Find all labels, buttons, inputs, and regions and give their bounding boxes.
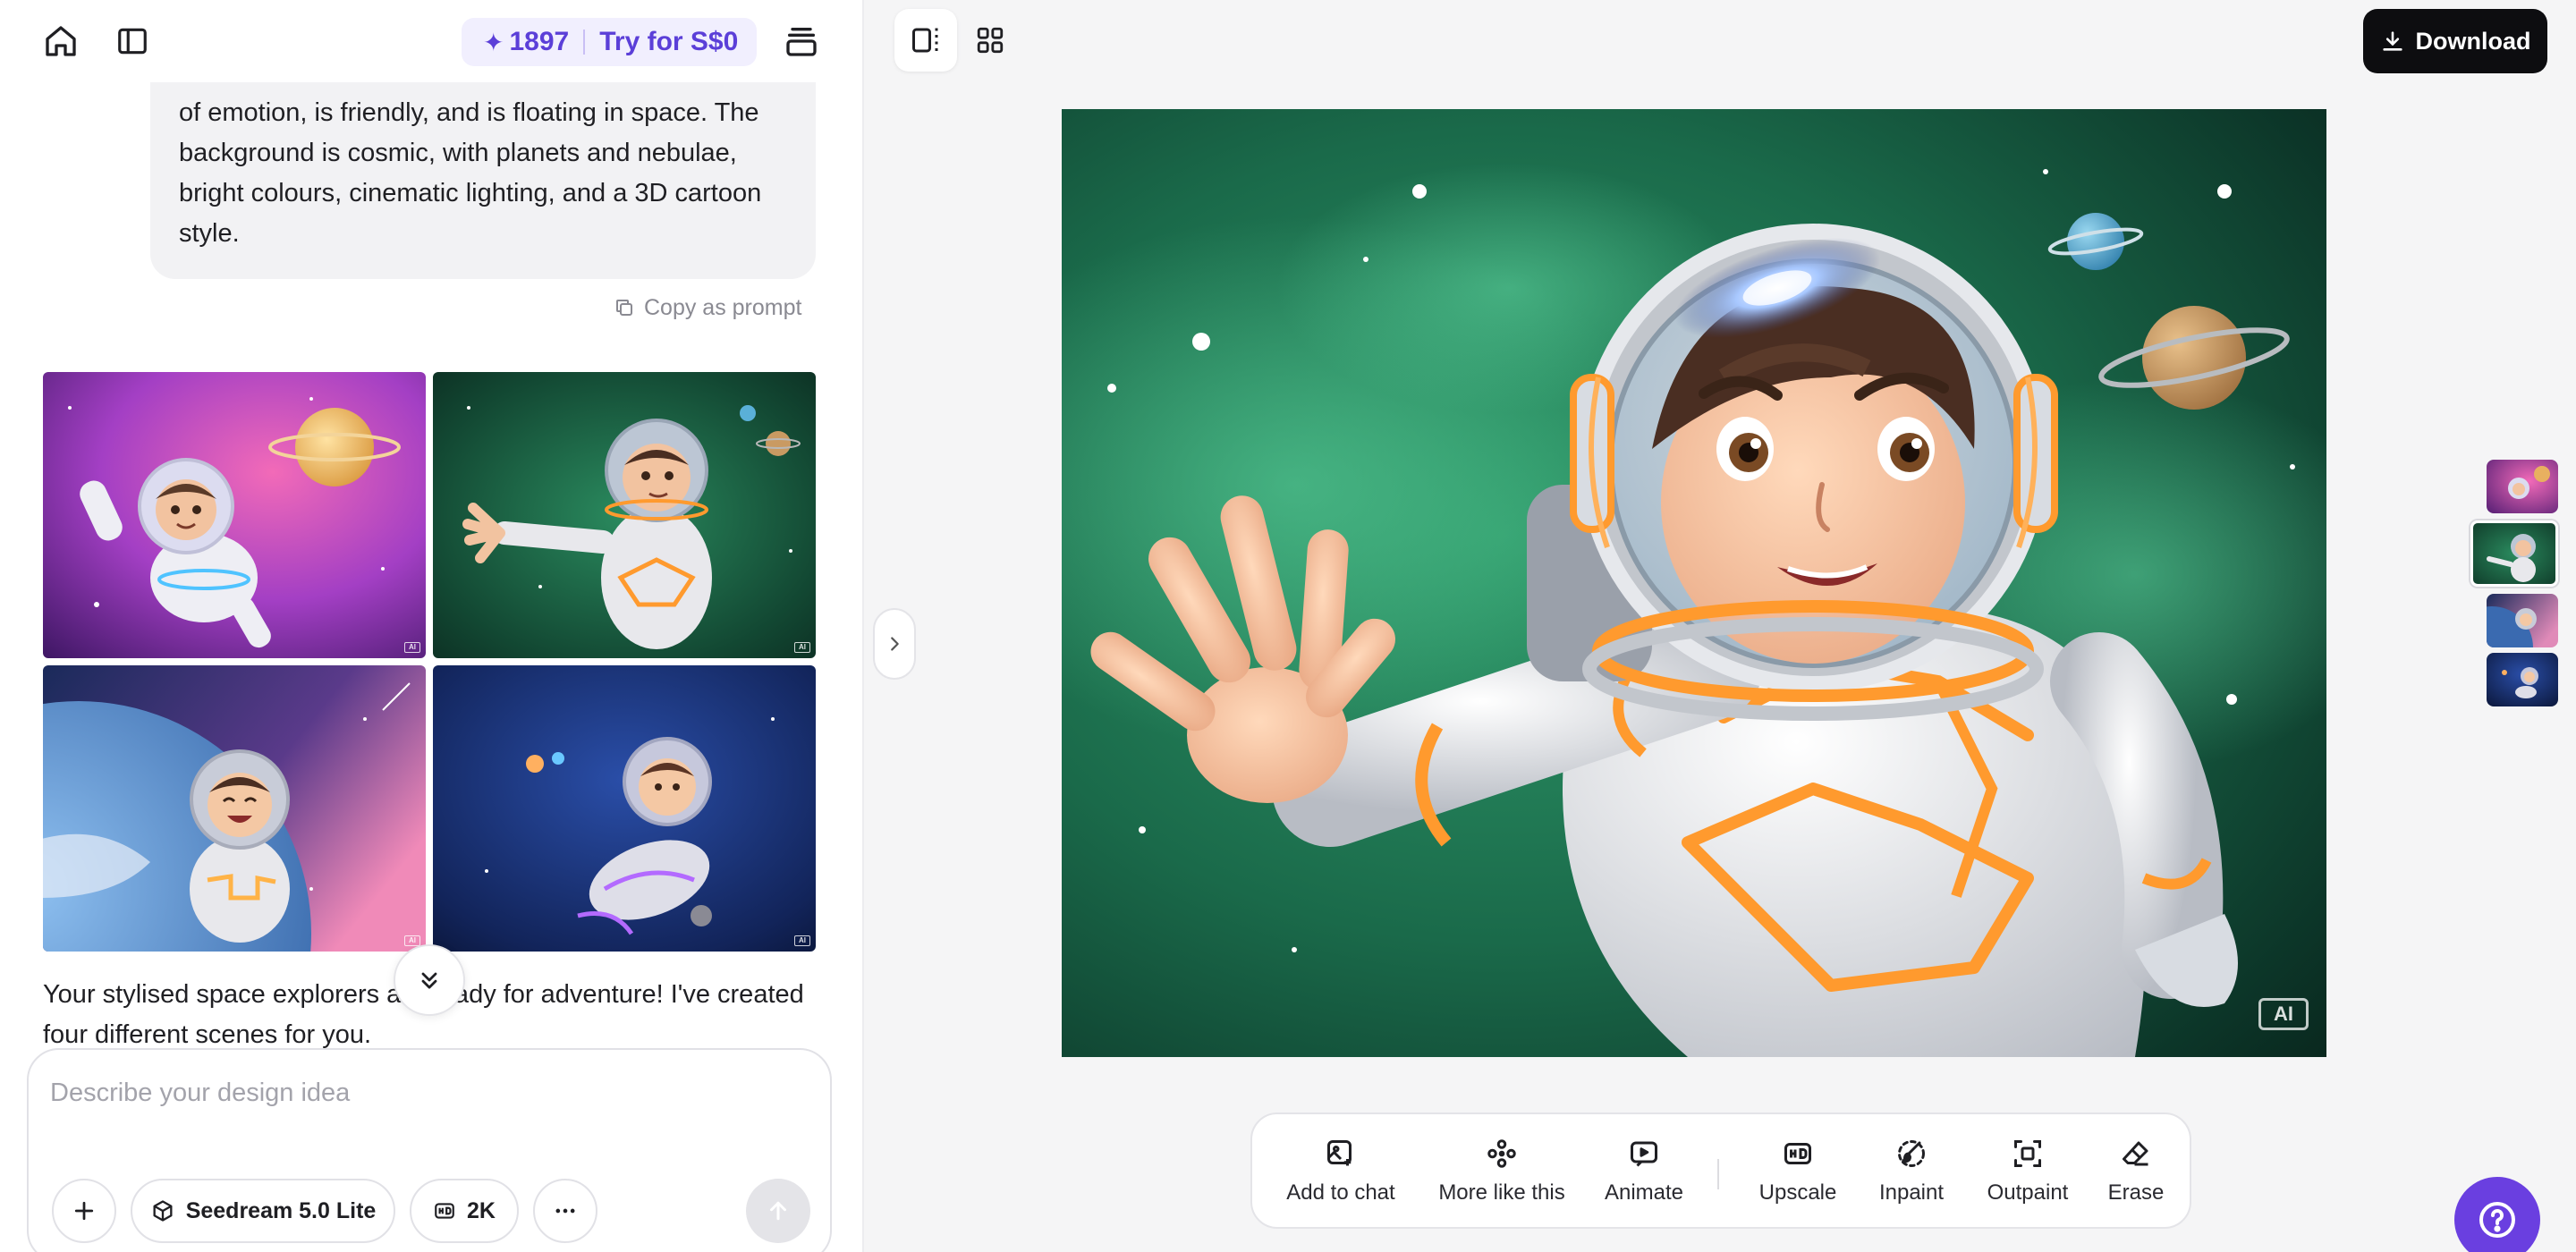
- more-like-this-label: More like this: [1438, 1180, 1565, 1205]
- side-thumbnail-image-4: [2487, 653, 2558, 706]
- hd-icon: [1784, 1143, 1811, 1164]
- download-label: Download: [2415, 27, 2531, 55]
- prompt-composer: Seedream 5.0 Lite 2K: [27, 1048, 832, 1252]
- sidebar-toggle-button[interactable]: [106, 14, 159, 68]
- result-image-4: [433, 665, 816, 952]
- side-thumbnail-image-1: [2487, 460, 2558, 513]
- single-view-toggle[interactable]: [894, 9, 957, 72]
- arrow-up-icon: [770, 1201, 786, 1221]
- result-image-1: [43, 372, 426, 658]
- variations-icon: [1487, 1139, 1516, 1168]
- side-thumbnail-3[interactable]: [2487, 594, 2558, 647]
- plus-icon: [74, 1201, 94, 1221]
- send-button[interactable]: [746, 1179, 810, 1243]
- main-preview-image[interactable]: AI: [1062, 109, 2326, 1057]
- result-thumbnail-3[interactable]: AI: [43, 665, 426, 952]
- image-actions-toolbar: Add to chat More like this Animate Upsca…: [1250, 1112, 2191, 1229]
- copy-as-prompt-button[interactable]: Copy as prompt: [614, 292, 801, 324]
- ai-watermark: AI: [404, 642, 420, 653]
- chevron-right-icon: [891, 637, 899, 651]
- more-options-button[interactable]: [533, 1179, 597, 1243]
- brush-icon: [1898, 1140, 1925, 1167]
- scroll-to-bottom-button[interactable]: [394, 944, 465, 1016]
- side-thumbnail-1[interactable]: [2487, 460, 2558, 513]
- eraser-icon: [2123, 1141, 2148, 1166]
- result-thumbnail-1[interactable]: AI: [43, 372, 426, 658]
- credits-badge[interactable]: ✦ 1897 Try for S$0: [462, 18, 757, 66]
- credits-count: 1897: [509, 27, 570, 56]
- erase-label: Erase: [2107, 1180, 2165, 1205]
- credits-divider: [583, 30, 586, 55]
- animate-button[interactable]: Animate: [1599, 1134, 1689, 1214]
- inpaint-button[interactable]: Inpaint: [1871, 1134, 1952, 1214]
- ai-watermark: AI: [794, 935, 810, 946]
- expand-icon: [2014, 1140, 2041, 1167]
- result-thumbnail-4[interactable]: AI: [433, 665, 816, 952]
- side-thumbnail-image-3: [2487, 594, 2558, 647]
- side-thumbnail-2[interactable]: [2470, 520, 2558, 587]
- side-thumbnail-image-2: [2473, 523, 2555, 584]
- download-icon: [2382, 31, 2402, 51]
- ai-watermark: AI: [794, 642, 810, 653]
- sidebar-toggle-icon: [118, 28, 147, 55]
- upscale-label: Upscale: [1758, 1180, 1837, 1205]
- trial-link[interactable]: Try for S$0: [599, 27, 738, 57]
- home-button[interactable]: [34, 14, 88, 68]
- result-thumbnail-2[interactable]: AI: [433, 372, 816, 658]
- ai-badge: AI: [2258, 998, 2309, 1030]
- add-to-chat-label: Add to chat: [1286, 1180, 1395, 1205]
- inpaint-label: Inpaint: [1878, 1180, 1945, 1205]
- animate-label: Animate: [1604, 1180, 1684, 1205]
- result-image-2: [433, 372, 816, 658]
- stack-icon: [786, 27, 817, 56]
- astronaut-artwork: [1062, 109, 2326, 1057]
- sparkle-icon: ✦: [483, 28, 504, 56]
- copy-icon: [616, 300, 632, 316]
- grid-view-toggle[interactable]: [959, 9, 1021, 72]
- chat-panel: ✦ 1897 Try for S$0 of emotion, is friend…: [0, 0, 864, 1252]
- more-like-this-button[interactable]: More like this: [1435, 1134, 1569, 1214]
- outpaint-label: Outpaint: [1987, 1180, 2069, 1205]
- hd-icon: [435, 1203, 454, 1219]
- user-prompt-bubble: of emotion, is friendly, and is floating…: [150, 77, 816, 279]
- resolution-selector[interactable]: 2K: [410, 1179, 519, 1243]
- history-button[interactable]: [775, 14, 828, 68]
- model-label: Seedream 5.0 Lite: [185, 1197, 377, 1223]
- chat-topbar: ✦ 1897 Try for S$0: [0, 0, 862, 82]
- animate-icon: [1631, 1141, 1657, 1167]
- double-chevron-down-icon: [421, 972, 437, 989]
- design-idea-input[interactable]: [50, 1073, 801, 1112]
- model-selector[interactable]: Seedream 5.0 Lite: [131, 1179, 395, 1243]
- upscale-button[interactable]: Upscale: [1753, 1134, 1843, 1214]
- single-view-icon: [912, 28, 938, 53]
- ai-watermark: AI: [404, 935, 420, 946]
- copy-as-prompt-label: Copy as prompt: [644, 294, 802, 320]
- cube-icon: [153, 1200, 173, 1222]
- grid-icon: [977, 27, 1004, 54]
- home-icon: [46, 26, 76, 56]
- user-prompt-text: of emotion, is friendly, and is floating…: [179, 98, 762, 248]
- question-icon: [2479, 1202, 2515, 1238]
- download-button[interactable]: Download: [2363, 9, 2547, 73]
- add-to-chat-button[interactable]: Add to chat: [1284, 1134, 1397, 1214]
- collapse-panel-button[interactable]: [873, 608, 916, 680]
- image-add-icon: [1327, 1140, 1352, 1166]
- outpaint-button[interactable]: Outpaint: [1979, 1134, 2077, 1214]
- attach-button[interactable]: [52, 1179, 116, 1243]
- more-icon: [555, 1208, 575, 1214]
- result-image-3: [43, 665, 426, 952]
- side-thumbnail-4[interactable]: [2487, 653, 2558, 706]
- toolbar-divider: [1717, 1159, 1719, 1189]
- resolution-label: 2K: [467, 1197, 496, 1223]
- erase-button[interactable]: Erase: [2104, 1134, 2168, 1214]
